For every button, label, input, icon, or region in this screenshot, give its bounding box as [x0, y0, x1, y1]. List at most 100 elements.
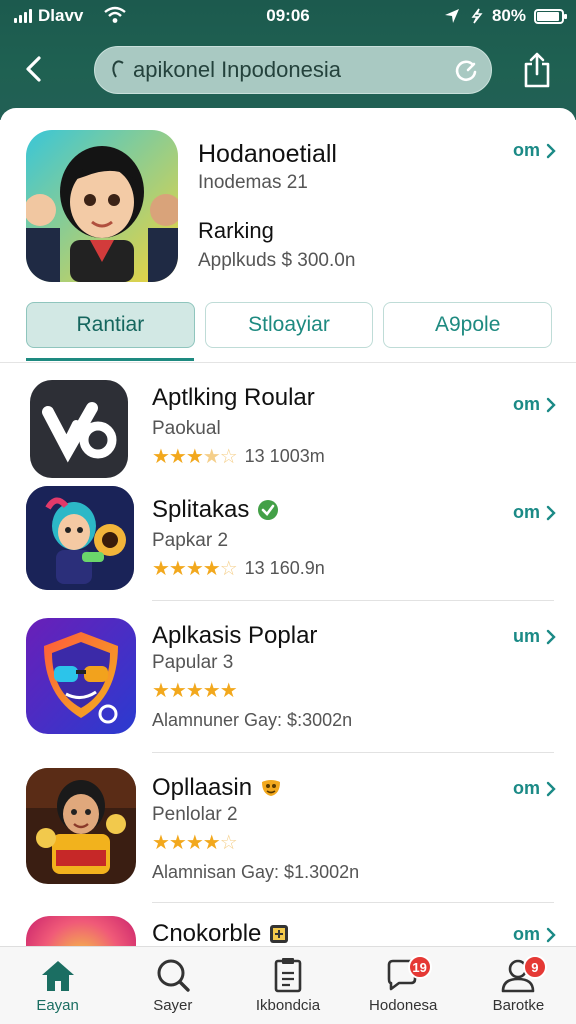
open-label: om: [513, 778, 540, 798]
app-name: Cnokorble: [152, 920, 289, 946]
status-right: 80%: [444, 6, 567, 26]
location-icon: [444, 9, 459, 23]
row-divider: [152, 902, 554, 903]
share-icon: [524, 52, 550, 88]
segment-a9pole[interactable]: A9pole: [383, 302, 553, 348]
featured-title: Hodanoetiall: [198, 140, 337, 168]
mask-emoji-icon: [262, 780, 281, 796]
chevron-right-icon: [546, 781, 556, 796]
featured-open-link[interactable]: om: [513, 140, 556, 161]
status-bar: Dlavv 09:06 80%: [0, 0, 576, 34]
app-stat: 13 1003m: [244, 446, 325, 466]
segment-indicator: [26, 358, 194, 361]
open-label: om: [513, 924, 540, 944]
tab-label: Hodonesa: [369, 997, 438, 1014]
star-rating-icon: ★★★★★: [152, 680, 238, 702]
refresh-icon: [455, 60, 477, 82]
app-stat: Alamnuner Gay: $:3002n: [152, 710, 353, 730]
row-divider: [152, 752, 554, 753]
cellular-icon: [471, 8, 483, 24]
home-icon: [41, 961, 74, 991]
featured-card: Hodanoetiall Inodemas 21 Rarking Applkud…: [0, 108, 576, 366]
notification-badge: 9: [522, 955, 547, 979]
open-label: om: [513, 502, 540, 522]
chevron-right-icon: [546, 143, 556, 158]
tab-label: Barotke: [492, 997, 545, 1014]
open-link[interactable]: om: [513, 394, 556, 415]
open-link[interactable]: om: [513, 778, 556, 799]
app-rating: ★★★★☆ 13 1003m: [152, 444, 325, 469]
battery-percent: 80%: [491, 6, 526, 25]
list-item[interactable]: Cnokorble om: [0, 910, 576, 946]
gradient-app-icon: [26, 916, 136, 946]
list-item[interactable]: Aplkasis Poplar Papular 3 ★★★★★ Alamnune…: [0, 606, 576, 753]
tab-barotke[interactable]: 9 Barotke: [461, 947, 576, 1024]
tab-ikbondcia[interactable]: Ikbondcia: [230, 947, 345, 1024]
app-name: Aptlking Roular: [152, 384, 315, 411]
app-rating: ★★★★☆ 13 160.9n: [152, 556, 325, 581]
app-rating: ★★★★★: [152, 678, 238, 703]
app-stat: Alamnisan Gay: $1.3002n: [152, 862, 360, 882]
featured-app-icon[interactable]: [26, 130, 178, 282]
open-label: om: [513, 140, 540, 160]
chevron-right-icon: [546, 927, 556, 942]
badge-emoji-icon: [270, 925, 289, 943]
boy-character-icon: [26, 768, 136, 884]
shield-glasses-icon: [26, 618, 136, 734]
back-button[interactable]: [18, 52, 48, 86]
app-name: Splitakas: [152, 496, 279, 524]
search-bar[interactable]: [94, 46, 492, 94]
app-category: Papkar 2: [152, 530, 229, 551]
chevron-right-icon: [546, 397, 556, 412]
segment-rantiar[interactable]: Rantiar: [26, 302, 195, 348]
open-label: om: [513, 394, 540, 414]
share-button[interactable]: [522, 50, 552, 90]
star-rating-icon: ★★★★☆: [152, 446, 238, 468]
notification-badge: 19: [407, 955, 432, 979]
clipboard-icon: [274, 958, 302, 993]
vo-logo-icon: [30, 380, 128, 478]
tab-eayan[interactable]: Eayan: [0, 947, 115, 1024]
row-divider: [152, 600, 554, 601]
open-link[interactable]: om: [513, 924, 556, 945]
app-category: Papular 3: [152, 652, 234, 673]
open-link[interactable]: um: [513, 626, 556, 647]
segment-control: Rantiar Stloayiar A9pole: [26, 302, 553, 348]
refresh-button[interactable]: [453, 58, 479, 84]
chevron-left-icon: [26, 56, 41, 82]
app-header: Dlavv 09:06 80%: [0, 0, 576, 120]
open-link[interactable]: om: [513, 502, 556, 523]
bottom-tab-bar: Eayan Sayer Ikbondcia 19 Hodonesa 9 Baro…: [0, 946, 576, 1024]
app-stat: 13 160.9n: [244, 558, 325, 578]
battery-icon: [534, 8, 567, 24]
girl-character-icon: [26, 130, 178, 282]
search-icon: [157, 959, 190, 992]
chevron-right-icon: [546, 629, 556, 644]
segment-stloayiar[interactable]: Stloayiar: [204, 302, 374, 348]
search-input[interactable]: [133, 57, 453, 83]
app-category: Paokual: [152, 418, 221, 439]
list-item[interactable]: Aptlking Roular Paokual ★★★★☆ 13 1003m o…: [0, 376, 576, 486]
verified-check-icon: [258, 500, 279, 520]
list-item[interactable]: Splitakas Papkar 2 ★★★★☆ 13 160.9n om: [0, 484, 576, 601]
featured-price: Applkuds $ 300.0n: [198, 250, 356, 271]
open-label: um: [513, 626, 540, 646]
hero-character-icon: [26, 486, 134, 590]
tab-sayer[interactable]: Sayer: [115, 947, 230, 1024]
chevron-right-icon: [546, 505, 556, 520]
star-rating-icon: ★★★★☆: [152, 558, 238, 580]
app-name: Opllaasin: [152, 774, 282, 802]
search-icon: [112, 60, 124, 78]
app-name: Aplkasis Poplar: [152, 622, 318, 649]
tab-hodonesa[interactable]: 19 Hodonesa: [346, 947, 461, 1024]
featured-subtitle: Inodemas 21: [198, 172, 308, 193]
tab-label: Sayer: [153, 997, 193, 1014]
tab-label: Ikbondcia: [255, 997, 321, 1014]
app-rating: ★★★★☆: [152, 830, 238, 855]
list-item[interactable]: Opllaasin Penlolar 2 ★★★★☆ Alamnisan Gay…: [0, 758, 576, 904]
tab-label: Eayan: [36, 997, 79, 1014]
featured-ranking-label: Rarking: [198, 218, 274, 243]
star-rating-icon: ★★★★☆: [152, 832, 238, 854]
section-divider: [0, 362, 576, 363]
app-category: Penlolar 2: [152, 804, 238, 825]
